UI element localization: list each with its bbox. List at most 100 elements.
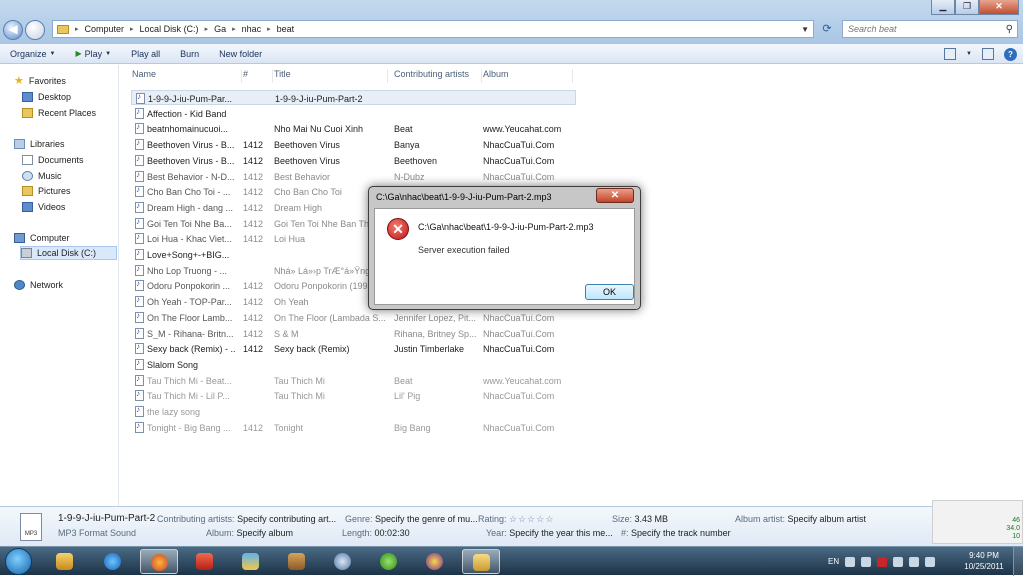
minimize-button[interactable]: ▁ bbox=[931, 0, 955, 15]
details-album-artist[interactable]: Album artist: Specify album artist bbox=[735, 514, 866, 524]
back-button[interactable]: ◀ bbox=[3, 20, 23, 40]
file-row[interactable]: the lazy song bbox=[131, 404, 576, 419]
antivirus-icon[interactable] bbox=[877, 556, 888, 567]
file-row[interactable]: S_M - Rihana- Britn... 1412 S & M Rihana, B… bbox=[131, 326, 576, 341]
help-icon[interactable]: ? bbox=[1004, 47, 1017, 61]
column-header-name[interactable]: Name bbox=[132, 69, 242, 83]
taskbar-app-6[interactable] bbox=[278, 549, 316, 574]
breadcrumb-local-disk[interactable]: Local Disk (C:) bbox=[140, 24, 199, 34]
nav-desktop[interactable]: Desktop bbox=[22, 90, 71, 104]
taskbar-app-5[interactable] bbox=[232, 549, 270, 574]
file-row[interactable]: Affection - Kid Band bbox=[131, 106, 576, 121]
file-album: NhacCuaTui.Com bbox=[483, 328, 555, 339]
file-row[interactable]: Best Behavior - N-D... 1412 Best Behavior N… bbox=[131, 169, 576, 184]
dialog-close-button[interactable]: ✕ bbox=[596, 188, 634, 203]
taskbar-app-7[interactable] bbox=[324, 549, 362, 574]
rating-stars-icon[interactable]: ☆☆☆☆☆ bbox=[509, 514, 554, 524]
network-tray-icon[interactable] bbox=[909, 556, 920, 567]
file-track-number: 1412 bbox=[243, 155, 264, 166]
taskbar-app-8[interactable] bbox=[370, 549, 408, 574]
nav-local-disk[interactable]: Local Disk (C:) bbox=[20, 246, 118, 260]
view-icon[interactable] bbox=[944, 48, 957, 60]
search-icon[interactable]: ⚲ bbox=[1006, 24, 1013, 35]
nav-favorites[interactable]: ★ Favorites bbox=[14, 74, 66, 88]
details-year[interactable]: Year: Specify the year this me... bbox=[486, 528, 613, 538]
nav-recent-places[interactable]: Recent Places bbox=[22, 106, 96, 120]
close-button[interactable]: ✕ bbox=[979, 0, 1019, 15]
language-indicator[interactable]: EN bbox=[828, 557, 839, 566]
details-contributing-artists[interactable]: Contributing artists: Specify contributi… bbox=[157, 514, 336, 524]
maximize-button[interactable]: ❐ bbox=[955, 0, 979, 15]
taskbar: EN 9:40 PM 10/25/2011 bbox=[0, 546, 1023, 576]
file-row[interactable]: Slalom Song bbox=[131, 357, 576, 372]
firefox-icon bbox=[151, 554, 168, 571]
details-pane: MP3 1-9-9-J-iu-Pum-Part-2 MP3 Format Sou… bbox=[0, 506, 1023, 546]
flag-icon[interactable] bbox=[861, 556, 872, 567]
breadcrumb-computer[interactable]: Computer bbox=[85, 24, 125, 34]
file-row[interactable]: Sexy back (Remix) - ... 1412 Sexy back (Re… bbox=[131, 341, 576, 356]
search-input[interactable] bbox=[848, 24, 998, 34]
search-box[interactable]: ⚲ bbox=[842, 20, 1018, 38]
file-row[interactable]: On The Floor Lamb... 1412 On The Floor (La… bbox=[131, 310, 576, 325]
nav-pictures[interactable]: Pictures bbox=[22, 184, 71, 198]
file-row[interactable]: Beethoven Virus - B... 1412 Beethoven Viru… bbox=[131, 153, 576, 168]
details-rating[interactable]: Rating: ☆☆☆☆☆ bbox=[478, 514, 554, 525]
taskbar-yahoo-messenger[interactable] bbox=[416, 549, 454, 574]
column-header-number[interactable]: # bbox=[243, 69, 273, 83]
taskbar-media-player[interactable] bbox=[46, 549, 84, 574]
file-row[interactable]: 1-9-9-J-iu-Pum-Par... 1-9-9-J-iu-Pum-Part… bbox=[131, 90, 576, 105]
clock[interactable]: 9:40 PM 10/25/2011 bbox=[958, 550, 1010, 572]
column-header-title[interactable]: Title bbox=[274, 69, 388, 83]
play-all-button[interactable]: Play all bbox=[121, 44, 170, 64]
taskbar-app-4[interactable] bbox=[186, 549, 224, 574]
details-size: Size: 3.43 MB bbox=[612, 514, 669, 524]
file-row[interactable]: Tau Thich Mi - Beat... Tau Thich Mi Beat ww… bbox=[131, 373, 576, 388]
burn-button[interactable]: Burn bbox=[170, 44, 209, 64]
nav-computer[interactable]: Computer bbox=[14, 231, 70, 245]
taskbar-firefox[interactable] bbox=[140, 549, 178, 574]
file-name: Odoru Ponpokorin ... bbox=[147, 281, 231, 292]
column-header-album[interactable]: Album bbox=[483, 69, 573, 83]
nav-videos[interactable]: Videos bbox=[22, 200, 65, 214]
file-row[interactable]: beatnhomainucuoi... Nho Mai Nu Cuoi Xinh B… bbox=[131, 121, 576, 136]
dialog-path: C:\Ga\nhac\beat\1-9-9-J-iu-Pum-Part-2.mp… bbox=[418, 222, 594, 232]
show-desktop-button[interactable] bbox=[1013, 547, 1023, 576]
taskbar-internet-explorer[interactable] bbox=[94, 549, 132, 574]
navigation-pane: ★ Favorites Desktop Recent Places Librari… bbox=[0, 65, 119, 506]
chevron-down-icon[interactable]: ▼ bbox=[801, 25, 809, 34]
new-folder-button[interactable]: New folder bbox=[209, 44, 272, 64]
breadcrumb-ga[interactable]: Ga bbox=[214, 24, 226, 34]
details-album[interactable]: Album: Specify album bbox=[206, 528, 293, 538]
file-row[interactable]: Beethoven Virus - B... 1412 Beethoven Viru… bbox=[131, 137, 576, 152]
ok-button[interactable]: OK bbox=[585, 284, 634, 300]
preview-pane-icon[interactable] bbox=[982, 48, 994, 60]
forward-button[interactable] bbox=[25, 20, 45, 40]
audio-file-icon bbox=[135, 248, 144, 260]
address-bar[interactable]: ▸ Computer ▸ Local Disk (C:) ▸ Ga ▸ nhac… bbox=[52, 20, 814, 38]
taskbar-explorer[interactable] bbox=[462, 549, 500, 574]
tray-chevron-icon[interactable] bbox=[845, 556, 856, 567]
audio-file-icon bbox=[135, 295, 144, 308]
volume-icon[interactable] bbox=[925, 556, 936, 567]
details-genre[interactable]: Genre: Specify the genre of mu... bbox=[345, 514, 478, 524]
details-track[interactable]: #: Specify the track number bbox=[621, 528, 731, 538]
chevron-down-icon[interactable]: ▼ bbox=[966, 51, 972, 57]
start-button[interactable] bbox=[5, 548, 32, 575]
file-row[interactable]: Tonight - Big Bang ... 1412 Tonight Big Ban… bbox=[131, 420, 576, 435]
column-header-artists[interactable]: Contributing artists bbox=[394, 69, 482, 83]
file-album: NhacCuaTui.Com bbox=[483, 140, 555, 151]
battery-icon[interactable] bbox=[893, 556, 904, 567]
play-button[interactable]: ▶ Play ▼ bbox=[65, 44, 121, 64]
nav-network[interactable]: Network bbox=[14, 278, 63, 292]
audio-file-icon bbox=[135, 107, 144, 119]
file-row[interactable]: Tau Thich Mi - Lil P... Tau Thich Mi Lil' … bbox=[131, 388, 576, 403]
organize-button[interactable]: Organize ▼ bbox=[0, 44, 65, 64]
file-name: On The Floor Lamb... bbox=[147, 312, 233, 323]
refresh-icon[interactable]: ⟳ bbox=[818, 20, 836, 38]
breadcrumb-beat[interactable]: beat bbox=[277, 24, 295, 34]
file-title: 1-9-9-J-iu-Pum-Part-2 bbox=[275, 94, 363, 104]
nav-music[interactable]: Music bbox=[22, 169, 62, 183]
breadcrumb-nhac[interactable]: nhac bbox=[242, 24, 262, 34]
nav-libraries[interactable]: Libraries bbox=[14, 137, 65, 151]
nav-documents[interactable]: Documents bbox=[22, 153, 84, 167]
